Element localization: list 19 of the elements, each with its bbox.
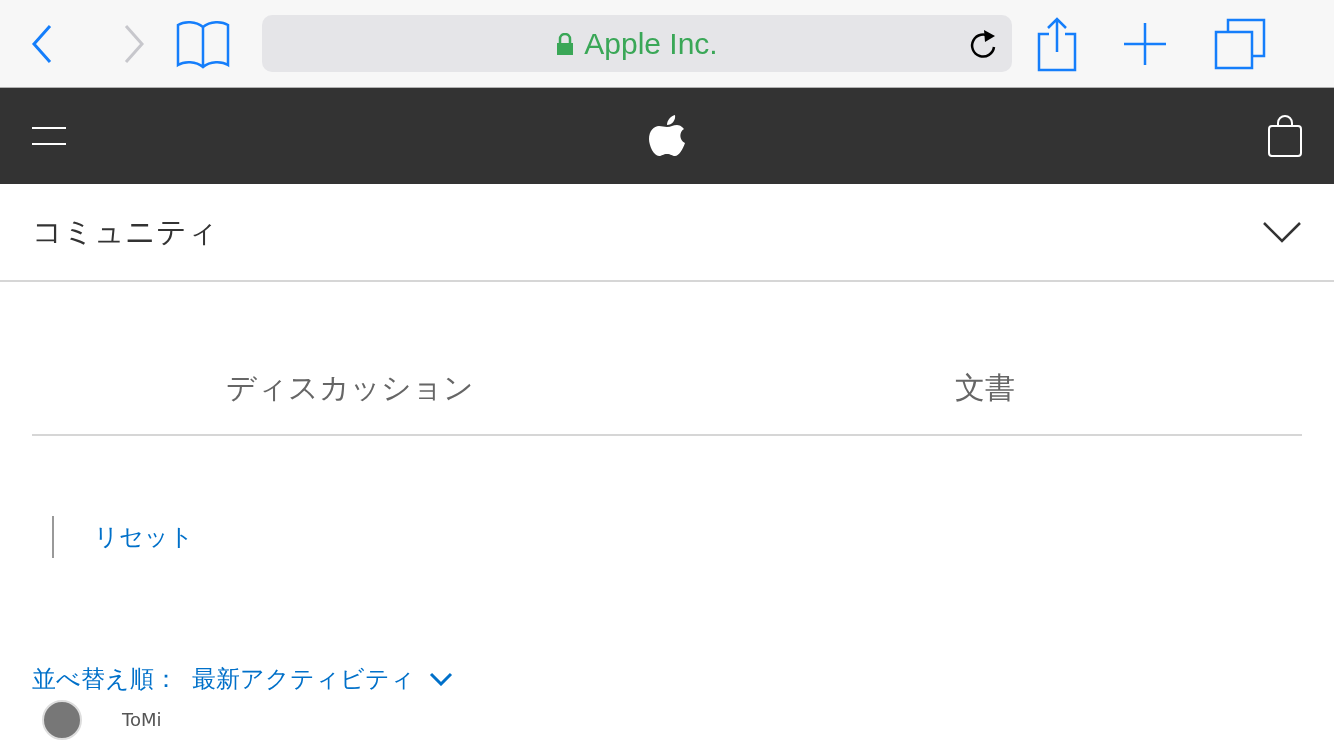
share-icon[interactable] xyxy=(1036,15,1078,72)
sort-label: 並べ替え順： xyxy=(32,664,178,695)
book-icon[interactable] xyxy=(176,18,230,69)
sort-dropdown[interactable]: 最新アクティビティ xyxy=(192,663,415,695)
reset-link[interactable]: リセット xyxy=(94,521,194,553)
site-name: Apple Inc. xyxy=(584,26,718,61)
section-header[interactable]: コミュニティ xyxy=(0,184,1334,282)
reload-icon[interactable] xyxy=(968,28,998,60)
avatar[interactable] xyxy=(42,700,82,740)
add-icon[interactable] xyxy=(1122,20,1168,67)
chevron-down-icon[interactable] xyxy=(1262,221,1302,243)
tab[interactable]: ディスカッション xyxy=(32,348,667,436)
author-name[interactable]: ToMi xyxy=(122,709,162,731)
apple-logo-icon[interactable] xyxy=(649,115,685,157)
section-title: コミュニティ xyxy=(32,212,218,251)
tab[interactable]: 文書 xyxy=(667,348,1302,436)
tabs-icon[interactable] xyxy=(1214,17,1266,70)
bag-icon[interactable] xyxy=(1268,115,1302,157)
menu-icon[interactable] xyxy=(32,127,66,145)
